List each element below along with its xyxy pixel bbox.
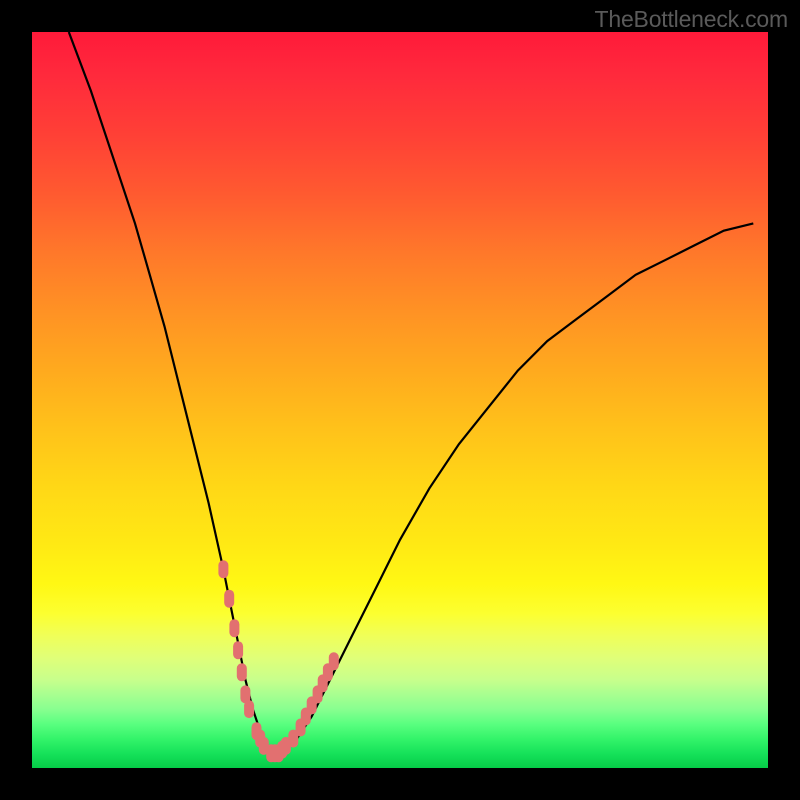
bottleneck-curve	[69, 32, 754, 753]
curve-marker	[244, 700, 254, 718]
curve-layer	[32, 32, 768, 768]
curve-marker	[229, 619, 239, 637]
curve-marker	[218, 560, 228, 578]
credit-text: TheBottleneck.com	[595, 6, 788, 33]
curve-marker	[224, 590, 234, 608]
curve-marker	[233, 641, 243, 659]
plot-area	[32, 32, 768, 768]
curve-marker	[329, 652, 339, 670]
marker-group	[218, 560, 338, 762]
curve-marker	[237, 663, 247, 681]
outer-frame: TheBottleneck.com	[0, 0, 800, 800]
